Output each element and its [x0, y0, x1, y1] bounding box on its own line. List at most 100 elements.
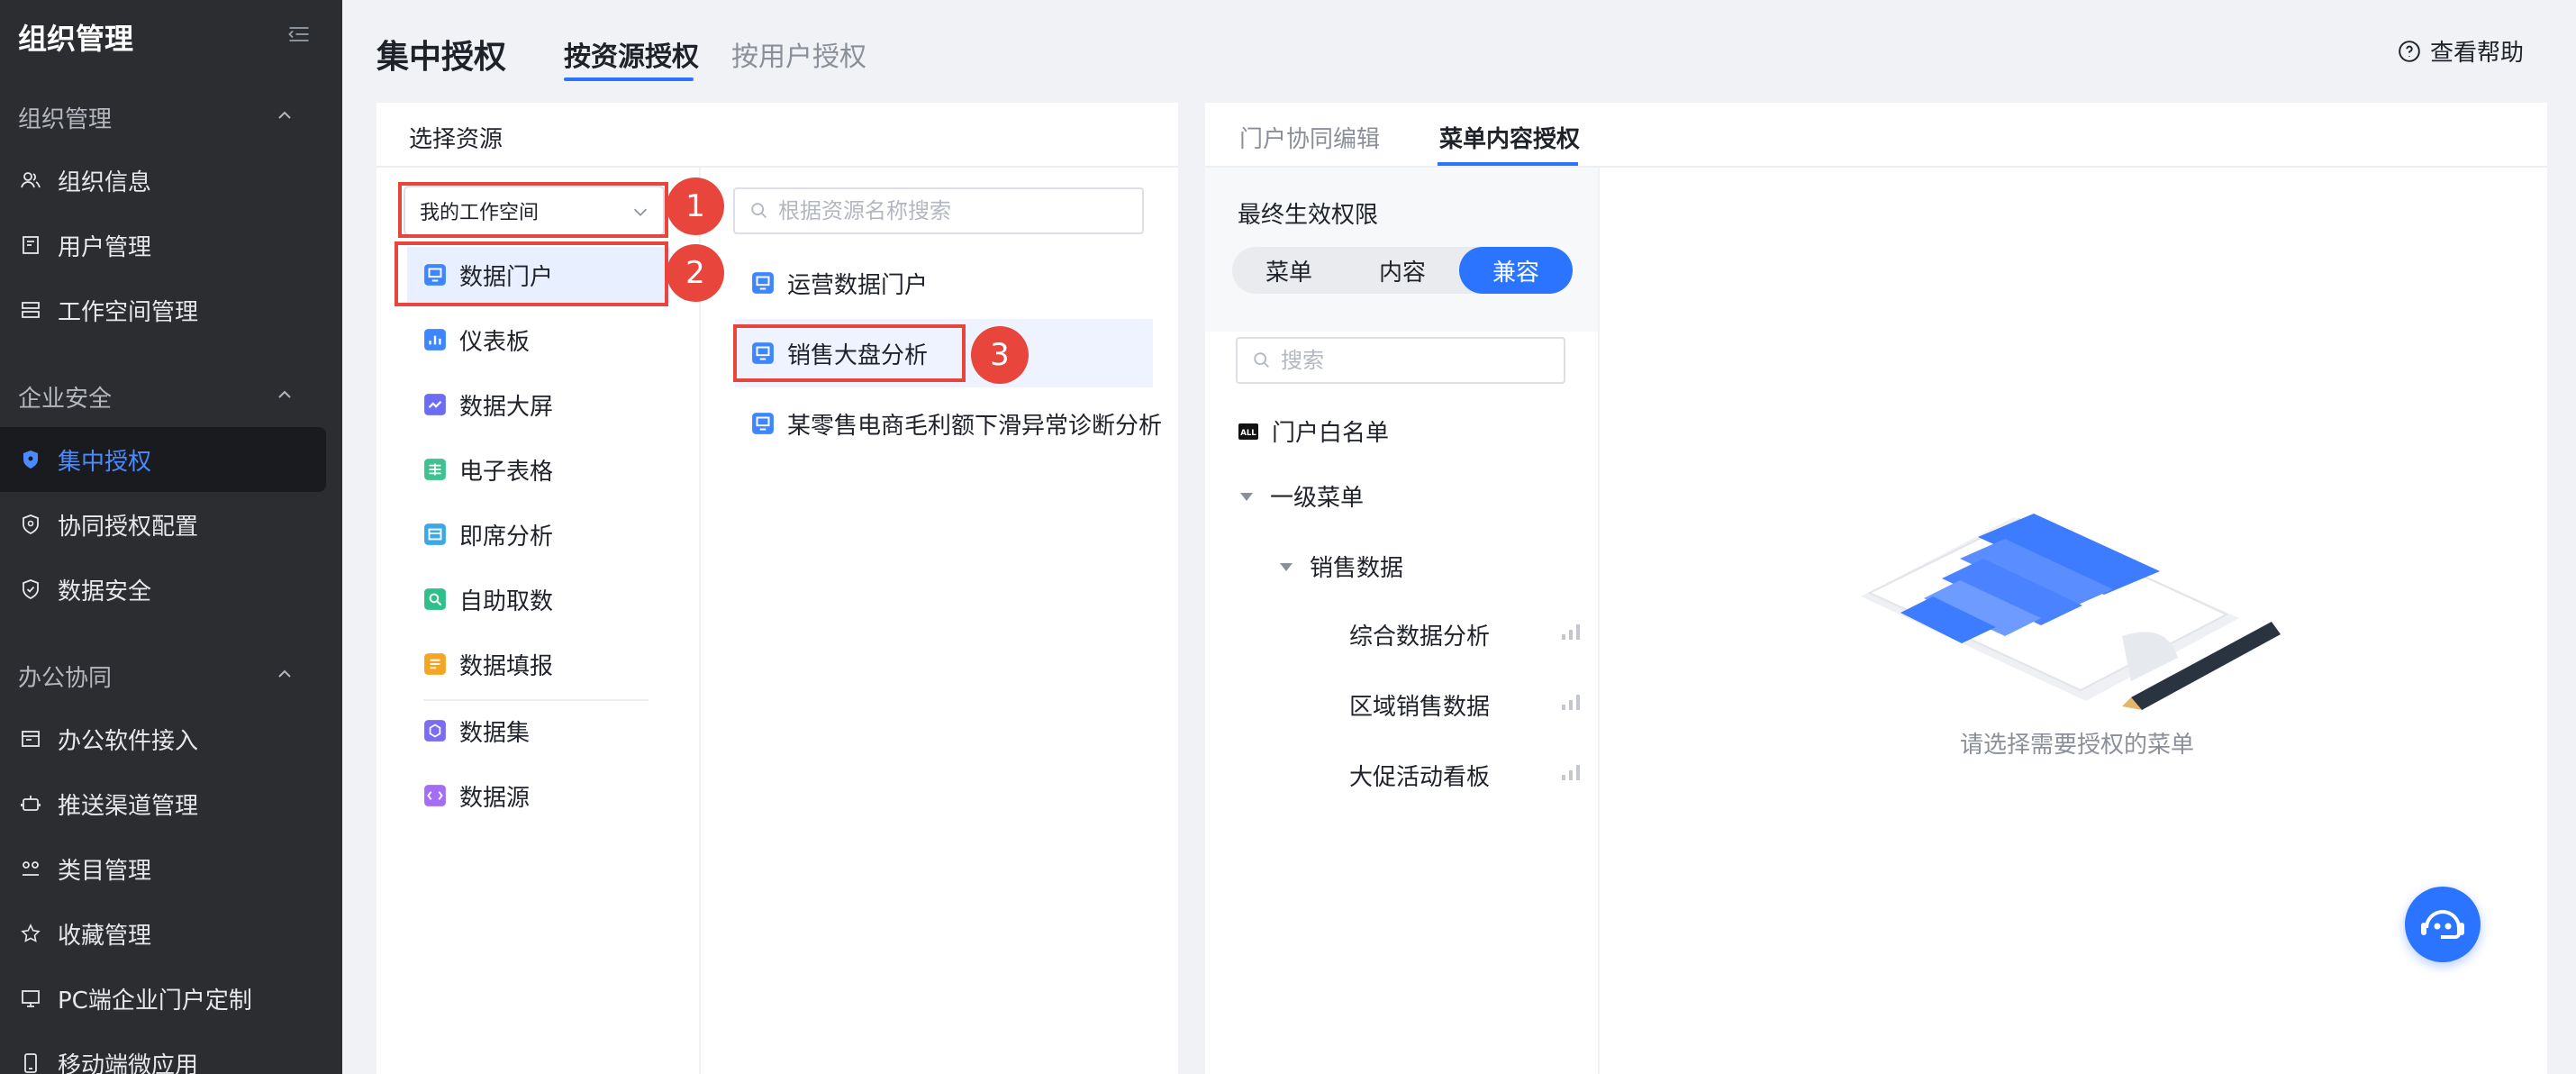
permission-level-icon[interactable] [1560, 622, 1582, 642]
chevron-up-icon [278, 390, 291, 398]
mode-compatible-button[interactable]: 兼容 [1459, 247, 1573, 294]
mode-content-button[interactable]: 内容 [1346, 247, 1459, 294]
tab-underline [564, 77, 694, 81]
sidebar-item-user-management[interactable]: 用户管理 [0, 213, 326, 278]
help-link[interactable]: 查看帮助 [2398, 34, 2524, 68]
star-icon [21, 924, 41, 942]
divider [1598, 168, 1600, 1074]
effective-permission-label: 最终生效权限 [1238, 202, 1379, 229]
permission-level-icon[interactable] [1560, 762, 1582, 782]
sidebar-section-security[interactable]: 企业安全 [18, 380, 291, 414]
page-title: 集中授权 [376, 39, 507, 76]
resource-type-dashboard[interactable]: 仪表板 [407, 312, 670, 368]
monitor-icon [22, 990, 40, 1007]
resource-panel: 选择资源 我的工作空间 1 数据门户 2 仪表板 数据大屏 电子表格 即席分析 … [376, 103, 1178, 1074]
dashboard-icon [424, 329, 446, 350]
step-badge: 2 [667, 244, 724, 302]
divider [376, 166, 1178, 168]
step-badge: 3 [971, 326, 1029, 384]
datasource-icon [424, 785, 446, 806]
permission-mode-toggle: 菜单 内容 兼容 [1232, 247, 1573, 294]
sidebar-section-office[interactable]: 办公协同 [18, 660, 291, 693]
resource-search[interactable] [733, 187, 1144, 234]
tab-by-resource[interactable]: 按资源授权 [564, 34, 699, 74]
mobile-icon [24, 1053, 37, 1073]
sidebar-item-mobile-app[interactable]: 移动端微应用 [0, 1031, 326, 1074]
resource-type-self-service[interactable]: 自助取数 [407, 571, 670, 627]
sidebar-title: 组织管理 [18, 22, 134, 56]
sidebar-section-org[interactable]: 组织管理 [18, 101, 291, 134]
users-icon [21, 172, 41, 188]
panel-title: 选择资源 [409, 126, 503, 153]
layers-icon [22, 302, 40, 318]
all-badge-text: ALL [1240, 429, 1256, 438]
sidebar-item-pc-portal[interactable]: PC端企业门户定制 [0, 966, 326, 1031]
tree-sales-data[interactable]: 销售数据 [1275, 550, 1403, 583]
window-icon [22, 731, 40, 747]
sidebar-item-favorites[interactable]: 收藏管理 [0, 901, 326, 966]
resource-type-data-fill[interactable]: 数据填报 [407, 636, 670, 692]
step-badge: 1 [667, 177, 724, 235]
tab-menu-content-auth[interactable]: 菜单内容授权 [1439, 121, 1580, 154]
resource-type-spreadsheet[interactable]: 电子表格 [407, 441, 670, 497]
search-icon [1254, 352, 1269, 368]
menu-search[interactable] [1236, 337, 1565, 384]
all-icon: ALL [1238, 423, 1258, 440]
menu-search-input[interactable] [1281, 348, 1564, 373]
chevron-up-icon [278, 111, 291, 119]
resource-type-adhoc-analysis[interactable]: 即席分析 [407, 506, 670, 562]
data-fill-icon [424, 653, 446, 675]
sidebar-item-central-auth[interactable]: 集中授权 [0, 427, 326, 492]
sidebar-item-workspace-management[interactable]: 工作空间管理 [0, 278, 326, 342]
annotation-box [733, 324, 966, 382]
sidebar-item-org-info[interactable]: 组织信息 [0, 148, 326, 213]
annotation-box [398, 182, 668, 238]
divider [423, 699, 649, 701]
resource-type-big-screen[interactable]: 数据大屏 [407, 377, 670, 432]
big-screen-icon [424, 394, 446, 415]
spreadsheet-icon [424, 459, 446, 480]
category-icon [23, 861, 39, 876]
portal-icon [752, 272, 774, 294]
search-icon [751, 203, 766, 218]
mode-menu-button[interactable]: 菜单 [1232, 247, 1346, 294]
tree-leaf-promo[interactable]: 大促活动看板 [1349, 759, 1490, 792]
self-service-icon [424, 588, 446, 610]
empty-state-text: 请选择需要授权的菜单 [1960, 732, 2195, 759]
shield-check-icon [23, 579, 39, 600]
shield-lock-icon [23, 514, 39, 535]
empty-document-illustration [1861, 514, 2281, 710]
robot-icon [21, 796, 41, 811]
chat-assistant-button[interactable] [2405, 887, 2481, 962]
portal-icon [752, 413, 774, 434]
sidebar: 组织管理 组织管理 组织信息 用户管理 工作空间管理 企业安全 集中授权 协同授… [0, 0, 342, 1074]
portal-item-ops[interactable]: 运营数据门户 [735, 249, 928, 317]
tree-whitelist[interactable]: ALL 门户白名单 [1238, 414, 1389, 448]
resource-type-dataset[interactable]: 数据集 [407, 703, 670, 759]
resource-search-input[interactable] [778, 198, 1142, 223]
sidebar-item-collab-auth-config[interactable]: 协同授权配置 [0, 492, 326, 557]
annotation-box [395, 241, 668, 306]
sidebar-item-office-software[interactable]: 办公软件接入 [0, 706, 326, 771]
tree-leaf-comprehensive[interactable]: 综合数据分析 [1349, 618, 1490, 651]
portal-item-retail[interactable]: 某零售电商毛利额下滑异常诊断分析 [735, 389, 1162, 458]
id-card-icon [23, 236, 39, 254]
question-circle-icon [2399, 40, 2420, 62]
shield-icon [23, 451, 38, 469]
tree-level1-menu[interactable]: 一级菜单 [1236, 479, 1364, 513]
tree-leaf-regional[interactable]: 区域销售数据 [1349, 688, 1490, 722]
tab-portal-collab-edit[interactable]: 门户协同编辑 [1239, 121, 1380, 154]
permission-level-icon[interactable] [1560, 692, 1582, 712]
collapse-menu-icon[interactable] [286, 22, 312, 47]
chat-bot-icon [2421, 910, 2464, 939]
tab-by-user[interactable]: 按用户授权 [731, 34, 866, 74]
resource-type-datasource[interactable]: 数据源 [407, 768, 670, 824]
divider [699, 168, 701, 1074]
sidebar-item-data-security[interactable]: 数据安全 [0, 557, 326, 622]
chevron-up-icon [278, 669, 291, 678]
caret-down-icon [1240, 492, 1253, 501]
dataset-icon [424, 720, 446, 742]
adhoc-analysis-icon [424, 523, 446, 545]
sidebar-item-category[interactable]: 类目管理 [0, 836, 326, 901]
sidebar-item-push-channel[interactable]: 推送渠道管理 [0, 771, 326, 836]
